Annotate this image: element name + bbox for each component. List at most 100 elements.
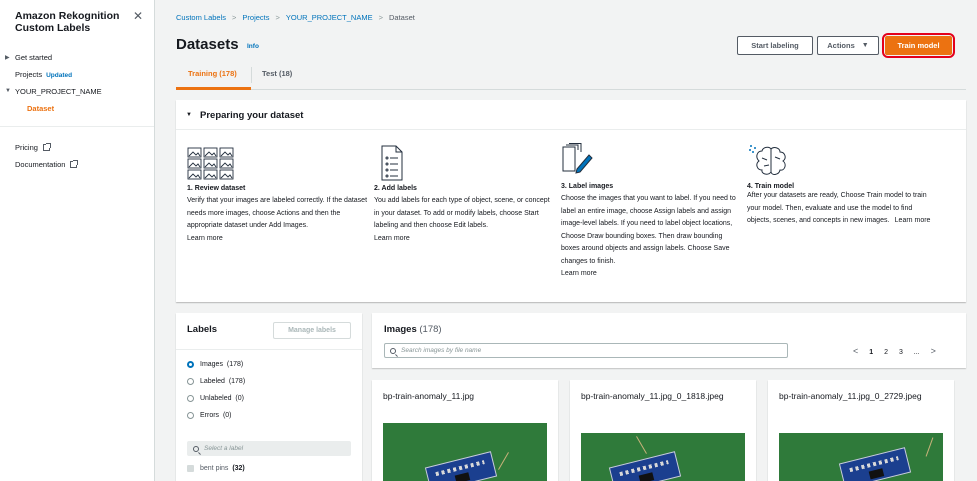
image-thumbnail[interactable] xyxy=(581,433,745,481)
chevron-left-icon[interactable]: < xyxy=(853,346,858,356)
chevron-right-icon: > xyxy=(275,13,280,22)
pencil-stack-icon xyxy=(562,143,593,174)
page-3[interactable]: 3 xyxy=(899,349,903,356)
wire xyxy=(498,452,509,470)
page-title: Datasets xyxy=(176,36,239,53)
dataset-tabs: Training (178) Test (18) xyxy=(176,64,966,90)
chevron-right-icon: > xyxy=(378,13,383,22)
images-grid-icon xyxy=(187,147,234,180)
close-icon[interactable]: ✕ xyxy=(133,9,143,23)
tab-test[interactable]: Test (18) xyxy=(262,69,292,78)
sidebar-item-project[interactable]: YOUR_PROJECT_NAME xyxy=(15,87,102,96)
active-tab-indicator xyxy=(176,87,251,90)
images-title: Images (178) xyxy=(384,324,442,335)
page-1[interactable]: 1 xyxy=(869,349,873,356)
image-search-input[interactable]: Search images by file name xyxy=(384,343,788,358)
pcb-board xyxy=(838,447,912,481)
service-title[interactable]: Amazon Rekognition Custom Labels xyxy=(15,10,125,34)
labels-divider xyxy=(176,349,362,350)
images-panel: Images (178) Search images by file name … xyxy=(372,313,966,481)
pcb-board xyxy=(424,451,498,481)
step-description: Verify that your images are labeled corr… xyxy=(187,197,368,229)
radio[interactable] xyxy=(187,395,194,402)
radio[interactable] xyxy=(187,378,194,385)
caret-down-icon[interactable]: ▼ xyxy=(186,112,192,118)
wire xyxy=(636,436,647,454)
image-filename: bp-train-anomaly_11.jpg xyxy=(383,391,475,401)
image-card[interactable]: bp-train-anomaly_11.jpg_0_1818.jpeg xyxy=(570,380,756,481)
learn-more-link[interactable]: Learn more xyxy=(187,233,372,246)
info-link[interactable]: Info xyxy=(247,43,259,50)
page-2[interactable]: 2 xyxy=(884,349,888,356)
panel-title: Preparing your dataset xyxy=(200,110,304,121)
search-icon xyxy=(390,347,396,354)
learn-more-link[interactable]: Learn more xyxy=(895,217,931,224)
sidebar-item-dataset[interactable]: Dataset xyxy=(27,104,54,113)
filter-unlabeled[interactable]: Unlabeled (0) xyxy=(187,395,244,402)
sidebar-item-projects[interactable]: Projects Updated xyxy=(15,70,72,79)
step-train-model: 4. Train model After your datasets are r… xyxy=(747,143,933,228)
step-title: 1. Review dataset xyxy=(187,185,246,192)
checkbox[interactable] xyxy=(187,465,194,472)
breadcrumb-project[interactable]: YOUR_PROJECT_NAME xyxy=(286,13,373,22)
step-title: 2. Add labels xyxy=(374,185,417,192)
images-header: Images (178) Search images by file name … xyxy=(372,313,966,368)
pagination: < 1 2 3 ... > xyxy=(853,346,945,356)
updated-badge: Updated xyxy=(46,72,73,79)
learn-more-link[interactable]: Learn more xyxy=(561,268,739,281)
image-filename: bp-train-anomaly_11.jpg_0_1818.jpeg xyxy=(581,391,724,401)
tab-training[interactable]: Training (178) xyxy=(188,69,237,78)
step-review-dataset: 1. Review dataset Verify that your image… xyxy=(187,145,372,245)
breadcrumb-projects[interactable]: Projects xyxy=(242,13,269,22)
image-card[interactable]: bp-train-anomaly_11.jpg xyxy=(372,380,558,481)
tab-divider xyxy=(251,67,252,83)
external-link-icon xyxy=(70,160,79,168)
search-icon xyxy=(193,445,199,452)
filter-images[interactable]: Images (178) xyxy=(187,361,243,368)
actions-button[interactable]: Actions ▼ xyxy=(817,36,879,55)
sidebar-item-documentation[interactable]: Documentation xyxy=(15,160,79,169)
sidebar-item-pricing[interactable]: Pricing xyxy=(15,143,51,152)
caret-down-icon: ▼ xyxy=(861,42,869,49)
labels-panel: Labels Manage labels Images (178) Labele… xyxy=(176,313,362,481)
radio[interactable] xyxy=(187,412,194,419)
side-navigation: Amazon Rekognition Custom Labels ✕ ▶ Get… xyxy=(0,0,155,481)
sidebar-item-get-started[interactable]: Get started xyxy=(15,53,52,62)
label-item-bent-pins[interactable]: bent pins (32) xyxy=(187,465,245,472)
pcb-board xyxy=(608,451,682,481)
image-filename: bp-train-anomaly_11.jpg_0_2729.jpeg xyxy=(779,391,922,401)
train-model-button[interactable]: Train model xyxy=(885,36,952,55)
labels-title: Labels xyxy=(187,324,218,335)
document-list-icon xyxy=(381,145,403,181)
chevron-right-icon[interactable]: > xyxy=(931,346,936,356)
step-description: You add labels for each type of object, … xyxy=(374,197,550,229)
filter-labeled[interactable]: Labeled (178) xyxy=(187,378,245,385)
sidebar-divider xyxy=(0,126,154,127)
image-thumbnail[interactable] xyxy=(779,433,943,481)
learn-more-link[interactable]: Learn more xyxy=(374,233,554,246)
step-title: 4. Train model xyxy=(747,183,795,190)
page-ellipsis: ... xyxy=(913,349,920,356)
step-title: 3. Label images xyxy=(561,183,614,190)
filter-errors[interactable]: Errors (0) xyxy=(187,412,232,419)
caret-down-icon[interactable]: ▼ xyxy=(5,88,11,94)
manage-labels-button[interactable]: Manage labels xyxy=(273,322,351,339)
label-search-input[interactable]: Select a label xyxy=(187,441,351,456)
start-labeling-button[interactable]: Start labeling xyxy=(737,36,813,55)
radio-selected[interactable] xyxy=(187,361,194,368)
step-add-labels: 2. Add labels You add labels for each ty… xyxy=(374,145,554,245)
step-label-images: 3. Label images Choose the images that y… xyxy=(561,143,739,281)
panel-header[interactable]: ▼ Preparing your dataset xyxy=(176,100,966,130)
breadcrumb: Custom Labels > Projects > YOUR_PROJECT_NAME… xyxy=(176,13,415,22)
image-thumbnail[interactable] xyxy=(383,423,547,481)
brain-icon xyxy=(749,145,786,175)
chevron-right-icon: > xyxy=(232,13,237,22)
wire xyxy=(925,437,934,457)
external-link-icon xyxy=(42,143,51,151)
breadcrumb-custom-labels[interactable]: Custom Labels xyxy=(176,13,226,22)
caret-right-icon[interactable]: ▶ xyxy=(5,54,10,61)
step-description: Choose the images that you want to label… xyxy=(561,195,736,265)
image-card[interactable]: bp-train-anomaly_11.jpg_0_2729.jpeg xyxy=(768,380,954,481)
breadcrumb-dataset: Dataset xyxy=(388,13,415,22)
preparing-dataset-panel: ▼ Preparing your dataset 1. Review datas… xyxy=(176,100,966,302)
